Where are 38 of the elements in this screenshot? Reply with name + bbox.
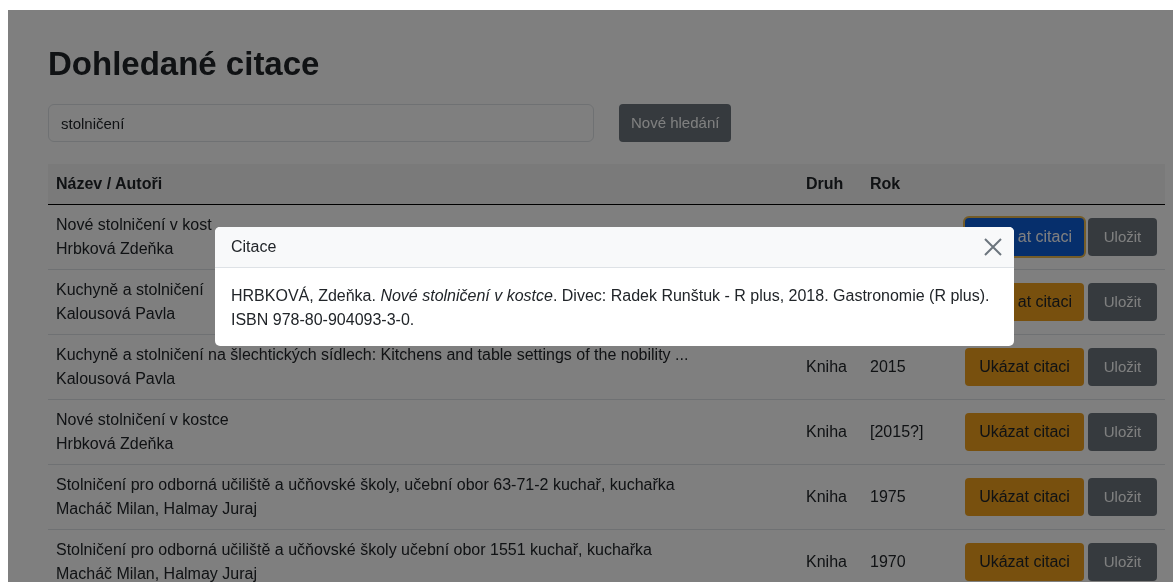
show-citation-button[interactable]: Ukázat citaci <box>965 477 1084 516</box>
book-authors: Macháč Milan, Halmay Juraj <box>56 563 257 582</box>
column-header: Druh <box>806 174 844 192</box>
search-field[interactable]: stolničení <box>48 104 594 142</box>
save-button[interactable]: Uložit <box>1088 347 1157 386</box>
dialog-title: Citace <box>231 237 277 257</box>
page-title: Dohledané citace <box>48 44 321 84</box>
save-button[interactable]: Uložit <box>1088 412 1157 451</box>
book-title: Stolničení pro odborná učiliště a učňovské školy, učební obor 63-71-2 kuchař, kuchařka <box>56 474 675 495</box>
save-button[interactable]: Uložit <box>1088 282 1157 321</box>
book-title: Stolničení pro odborná učiliště a učňovské školy učební obor 1551 kuchař, kuchařka <box>56 539 652 560</box>
year-cell: [2015?] <box>870 422 924 440</box>
type-cell: Kniha <box>806 422 847 440</box>
save-button[interactable]: Uložit <box>1088 217 1157 256</box>
type-cell: Kniha <box>806 552 847 570</box>
save-button[interactable]: Uložit <box>1088 477 1157 516</box>
book-authors: Hrbková Zdeňka <box>56 238 174 259</box>
column-header: Název / Autoři <box>56 174 163 192</box>
show-citation-button[interactable]: Ukázat citaci <box>965 412 1084 451</box>
book-authors: Macháč Milan, Halmay Juraj <box>56 498 257 519</box>
type-cell: Kniha <box>806 487 847 505</box>
close-icon <box>982 236 1004 258</box>
show-citation-button[interactable]: Ukázat citaci <box>965 542 1084 581</box>
book-authors: Hrbková Zdeňka <box>56 433 174 454</box>
show-citation-button[interactable]: Ukázat citaci <box>965 347 1084 386</box>
year-cell: 2015 <box>870 357 906 375</box>
book-title: Nové stolničení v kostce <box>56 409 229 430</box>
book-authors: Kalousová Pavla <box>56 368 176 389</box>
book-authors: Kalousová Pavla <box>56 303 176 324</box>
book-title: Nové stolničení v kost <box>56 214 212 235</box>
save-button[interactable]: Uložit <box>1088 542 1157 581</box>
year-cell: 1970 <box>870 552 906 570</box>
book-title: Kuchyně a stolničení <box>56 279 204 300</box>
type-cell: Kniha <box>806 357 847 375</box>
year-cell: 1975 <box>870 487 906 505</box>
book-title: Kuchyně a stolničení na šlechtických sídlech: Kitchens and table settings of the nobility ... <box>56 344 689 365</box>
new-search-button[interactable]: Nové hledání <box>619 104 732 142</box>
column-header: Rok <box>870 174 901 192</box>
